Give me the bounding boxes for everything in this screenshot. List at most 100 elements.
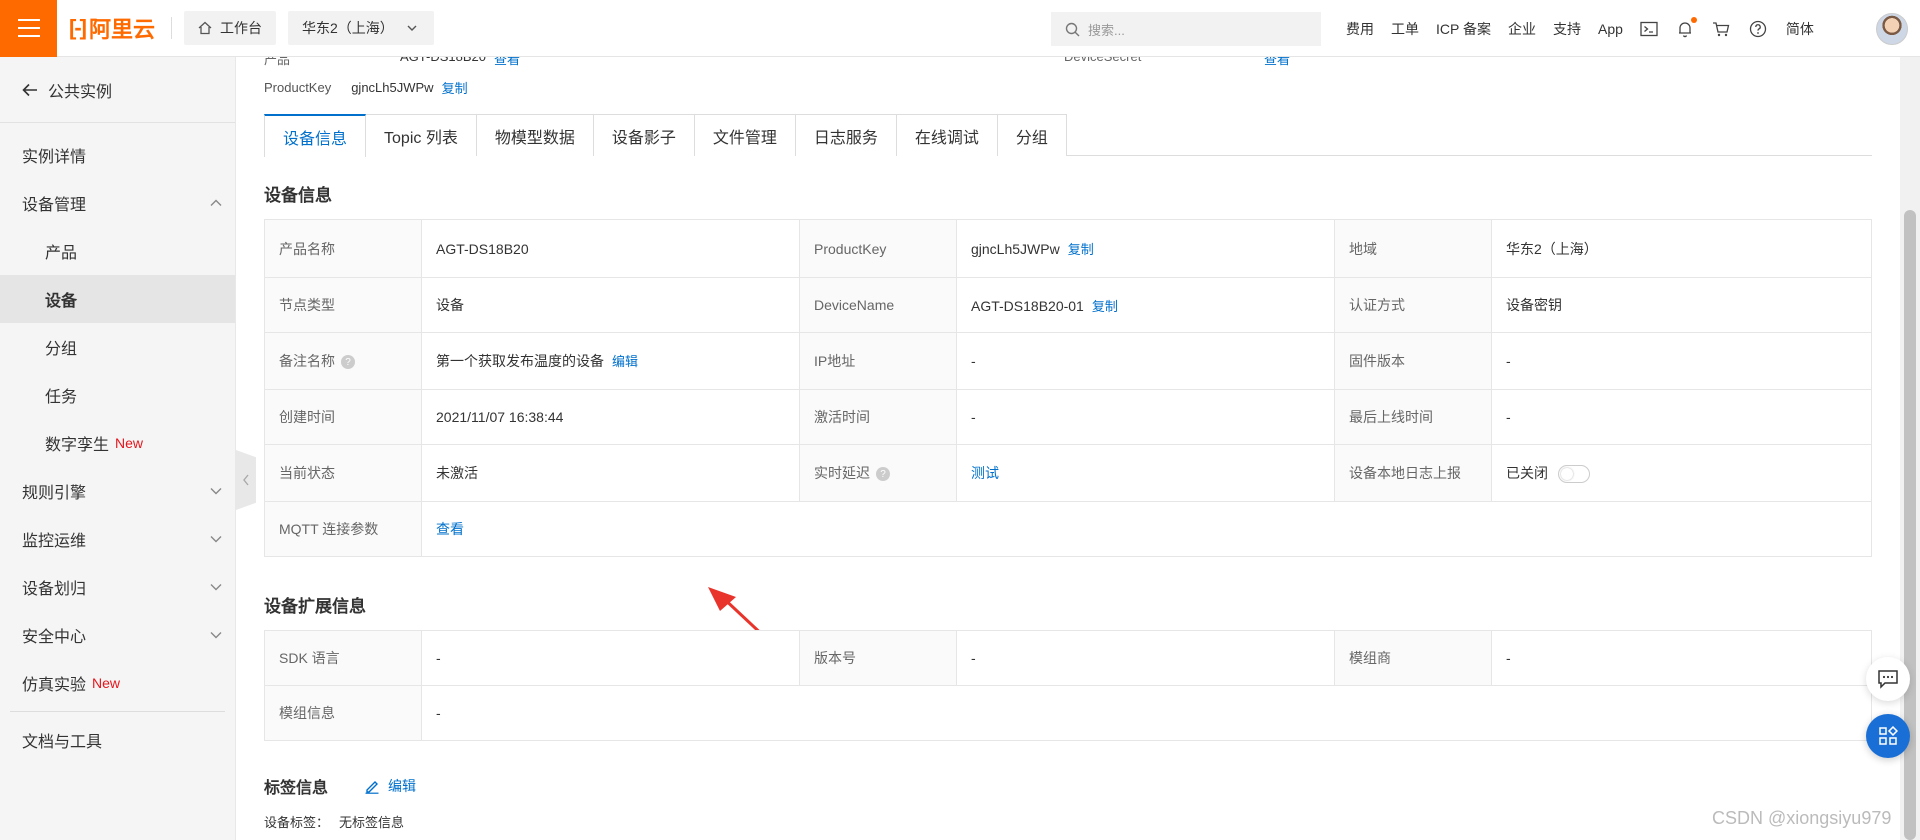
arrow-left-icon bbox=[22, 83, 37, 96]
csdn-watermark: CSDN @xiongsiyu979 bbox=[1712, 808, 1892, 828]
tab-online-debug[interactable]: 在线调试 bbox=[896, 114, 998, 156]
device-info-table: 产品名称 AGT-DS18B20 ProductKey gjncLh5JWPw 复… bbox=[264, 219, 1872, 557]
tab-topic-list[interactable]: Topic 列表 bbox=[366, 114, 477, 156]
edit-tags-label: 编辑 bbox=[388, 778, 417, 794]
sidebar-item-device-management[interactable]: 设备管理 bbox=[0, 179, 235, 227]
divider bbox=[171, 17, 172, 39]
workbench-label: 工作台 bbox=[220, 20, 262, 36]
node-type-key: 节点类型 bbox=[264, 277, 422, 333]
view-secret-link[interactable]: 查看 bbox=[1264, 57, 1290, 68]
sidebar-item-label: 设备管理 bbox=[22, 197, 87, 214]
firmware-key: 固件版本 bbox=[1334, 332, 1492, 390]
chevron-down-icon bbox=[210, 632, 222, 639]
apps-grid-button[interactable] bbox=[1866, 714, 1910, 758]
copy-product-key-link[interactable]: 复制 bbox=[442, 78, 468, 97]
tab-log-service[interactable]: 日志服务 bbox=[795, 114, 897, 156]
workbench-button[interactable]: 工作台 bbox=[184, 11, 276, 45]
cart-icon[interactable] bbox=[1712, 21, 1730, 37]
link-app[interactable]: App bbox=[1598, 21, 1623, 37]
hamburger-menu-button[interactable] bbox=[0, 0, 57, 57]
sidebar-item-rule-engine[interactable]: 规则引擎 bbox=[0, 467, 235, 515]
product-name-key: 产品名称 bbox=[264, 219, 422, 278]
sidebar-item-digital-twin[interactable]: 数字孪生 New bbox=[0, 419, 235, 467]
module-info-value: - bbox=[421, 685, 1872, 741]
tab-device-info[interactable]: 设备信息 bbox=[264, 114, 367, 157]
device-secret-label: DeviceSecret bbox=[1064, 57, 1256, 68]
firmware-value: - bbox=[1491, 332, 1872, 390]
remark-name-cell: 第一个获取发布温度的设备 编辑 bbox=[421, 332, 800, 390]
view-mqtt-params-link[interactable]: 查看 bbox=[436, 521, 464, 537]
link-tickets[interactable]: 工单 bbox=[1391, 19, 1419, 39]
sidebar-item-label: 设备划归 bbox=[22, 581, 87, 598]
sidebar-item-label: 任务 bbox=[45, 389, 78, 406]
help-icon[interactable]: ? bbox=[341, 355, 355, 370]
table-row: 节点类型 设备 DeviceName AGT-DS18B20-01 复制 认证方式… bbox=[264, 277, 1872, 333]
sidebar-item-device-assignment[interactable]: 设备划归 bbox=[0, 563, 235, 611]
chat-feedback-button[interactable] bbox=[1866, 657, 1910, 701]
tab-device-shadow[interactable]: 设备影子 bbox=[593, 114, 695, 156]
productkey-cell: gjncLh5JWPw 复制 bbox=[956, 219, 1335, 278]
region-selector[interactable]: 华东2（上海） bbox=[288, 11, 434, 45]
home-icon bbox=[198, 21, 212, 35]
sidebar-item-docs-tools[interactable]: 文档与工具 bbox=[0, 716, 235, 764]
link-support[interactable]: 支持 bbox=[1553, 19, 1581, 39]
copy-devicename-link[interactable]: 复制 bbox=[1092, 299, 1118, 314]
clipped-header-row: 产品 AGT-DS18B20 查看 DeviceSecret 查看 bbox=[264, 57, 1864, 68]
latency-label: 实时延迟 bbox=[814, 465, 870, 481]
sidebar-item-instance-details[interactable]: 实例详情 bbox=[0, 131, 235, 179]
tab-thing-model-data[interactable]: 物模型数据 bbox=[476, 114, 594, 156]
logo-text: 阿里云 bbox=[88, 17, 155, 42]
main-content: 产品 AGT-DS18B20 查看 DeviceSecret 查看 Produc… bbox=[236, 57, 1900, 840]
tab-group[interactable]: 分组 bbox=[997, 114, 1067, 156]
sidebar-item-label: 规则引擎 bbox=[22, 485, 87, 502]
notification-bell-icon[interactable] bbox=[1677, 16, 1697, 38]
table-row: 备注名称? 第一个获取发布温度的设备 编辑 IP地址 - 固件版本 - bbox=[264, 332, 1872, 390]
sidebar-item-simulation[interactable]: 仿真实验 New bbox=[0, 659, 235, 707]
sidebar-item-product[interactable]: 产品 bbox=[0, 227, 235, 275]
pencil-icon bbox=[365, 781, 379, 794]
table-row: MQTT 连接参数 查看 bbox=[264, 501, 1872, 557]
productkey-value: gjncLh5JWPw bbox=[971, 241, 1060, 257]
status-value: 未激活 bbox=[421, 444, 800, 502]
view-product-link[interactable]: 查看 bbox=[494, 57, 520, 68]
search-input[interactable]: 搜索... bbox=[1051, 12, 1321, 46]
sidebar-item-label: 监控运维 bbox=[22, 533, 87, 550]
chevron-down-icon bbox=[407, 25, 417, 31]
sidebar-item-monitoring[interactable]: 监控运维 bbox=[0, 515, 235, 563]
latency-test-link[interactable]: 测试 bbox=[971, 465, 999, 481]
ip-value: - bbox=[956, 332, 1335, 390]
table-row: 当前状态 未激活 实时延迟? 测试 设备本地日志上报 已关闭 bbox=[264, 444, 1872, 502]
table-row: SDK 语言 - 版本号 - 模组商 - bbox=[264, 630, 1872, 686]
mqtt-params-key: MQTT 连接参数 bbox=[264, 501, 422, 557]
terminal-icon[interactable] bbox=[1640, 21, 1658, 37]
edit-remark-link[interactable]: 编辑 bbox=[612, 354, 638, 369]
help-icon[interactable] bbox=[1749, 20, 1767, 38]
sidebar-item-security-center[interactable]: 安全中心 bbox=[0, 611, 235, 659]
local-log-toggle[interactable] bbox=[1558, 465, 1590, 484]
region-label: 华东2（上海） bbox=[302, 20, 394, 36]
module-vendor-value: - bbox=[1491, 630, 1872, 686]
link-enterprise[interactable]: 企业 bbox=[1508, 19, 1536, 39]
sidebar-item-device[interactable]: 设备 bbox=[0, 275, 235, 323]
sidebar-item-label: 实例详情 bbox=[22, 149, 87, 166]
link-icp[interactable]: ICP 备案 bbox=[1436, 19, 1491, 39]
apps-grid-icon bbox=[1879, 726, 1898, 745]
sidebar-item-label: 数字孪生 bbox=[45, 437, 110, 454]
tab-file-management[interactable]: 文件管理 bbox=[694, 114, 796, 156]
sidebar-item-label: 分组 bbox=[45, 341, 78, 358]
devicename-key: DeviceName bbox=[799, 277, 957, 333]
help-icon[interactable]: ? bbox=[876, 467, 890, 482]
copy-productkey-link[interactable]: 复制 bbox=[1068, 242, 1094, 257]
sidebar-item-task[interactable]: 任务 bbox=[0, 371, 235, 419]
chevron-down-icon bbox=[210, 584, 222, 591]
back-to-public-instance[interactable]: 公共实例 bbox=[0, 57, 235, 123]
sidebar-divider bbox=[10, 711, 225, 712]
aliyun-logo[interactable]: [-] 阿里云 bbox=[69, 12, 155, 44]
device-info-title: 设备信息 bbox=[264, 186, 332, 205]
user-avatar[interactable] bbox=[1876, 13, 1908, 45]
sidebar: 公共实例 实例详情 设备管理 产品 设备 分组 任务 数字孪生 New 规则引擎 … bbox=[0, 57, 236, 840]
edit-tags-button[interactable]: 编辑 bbox=[364, 776, 416, 796]
language-switch[interactable]: 简体 bbox=[1786, 19, 1814, 39]
link-fees[interactable]: 费用 bbox=[1346, 19, 1374, 39]
sidebar-item-group[interactable]: 分组 bbox=[0, 323, 235, 371]
